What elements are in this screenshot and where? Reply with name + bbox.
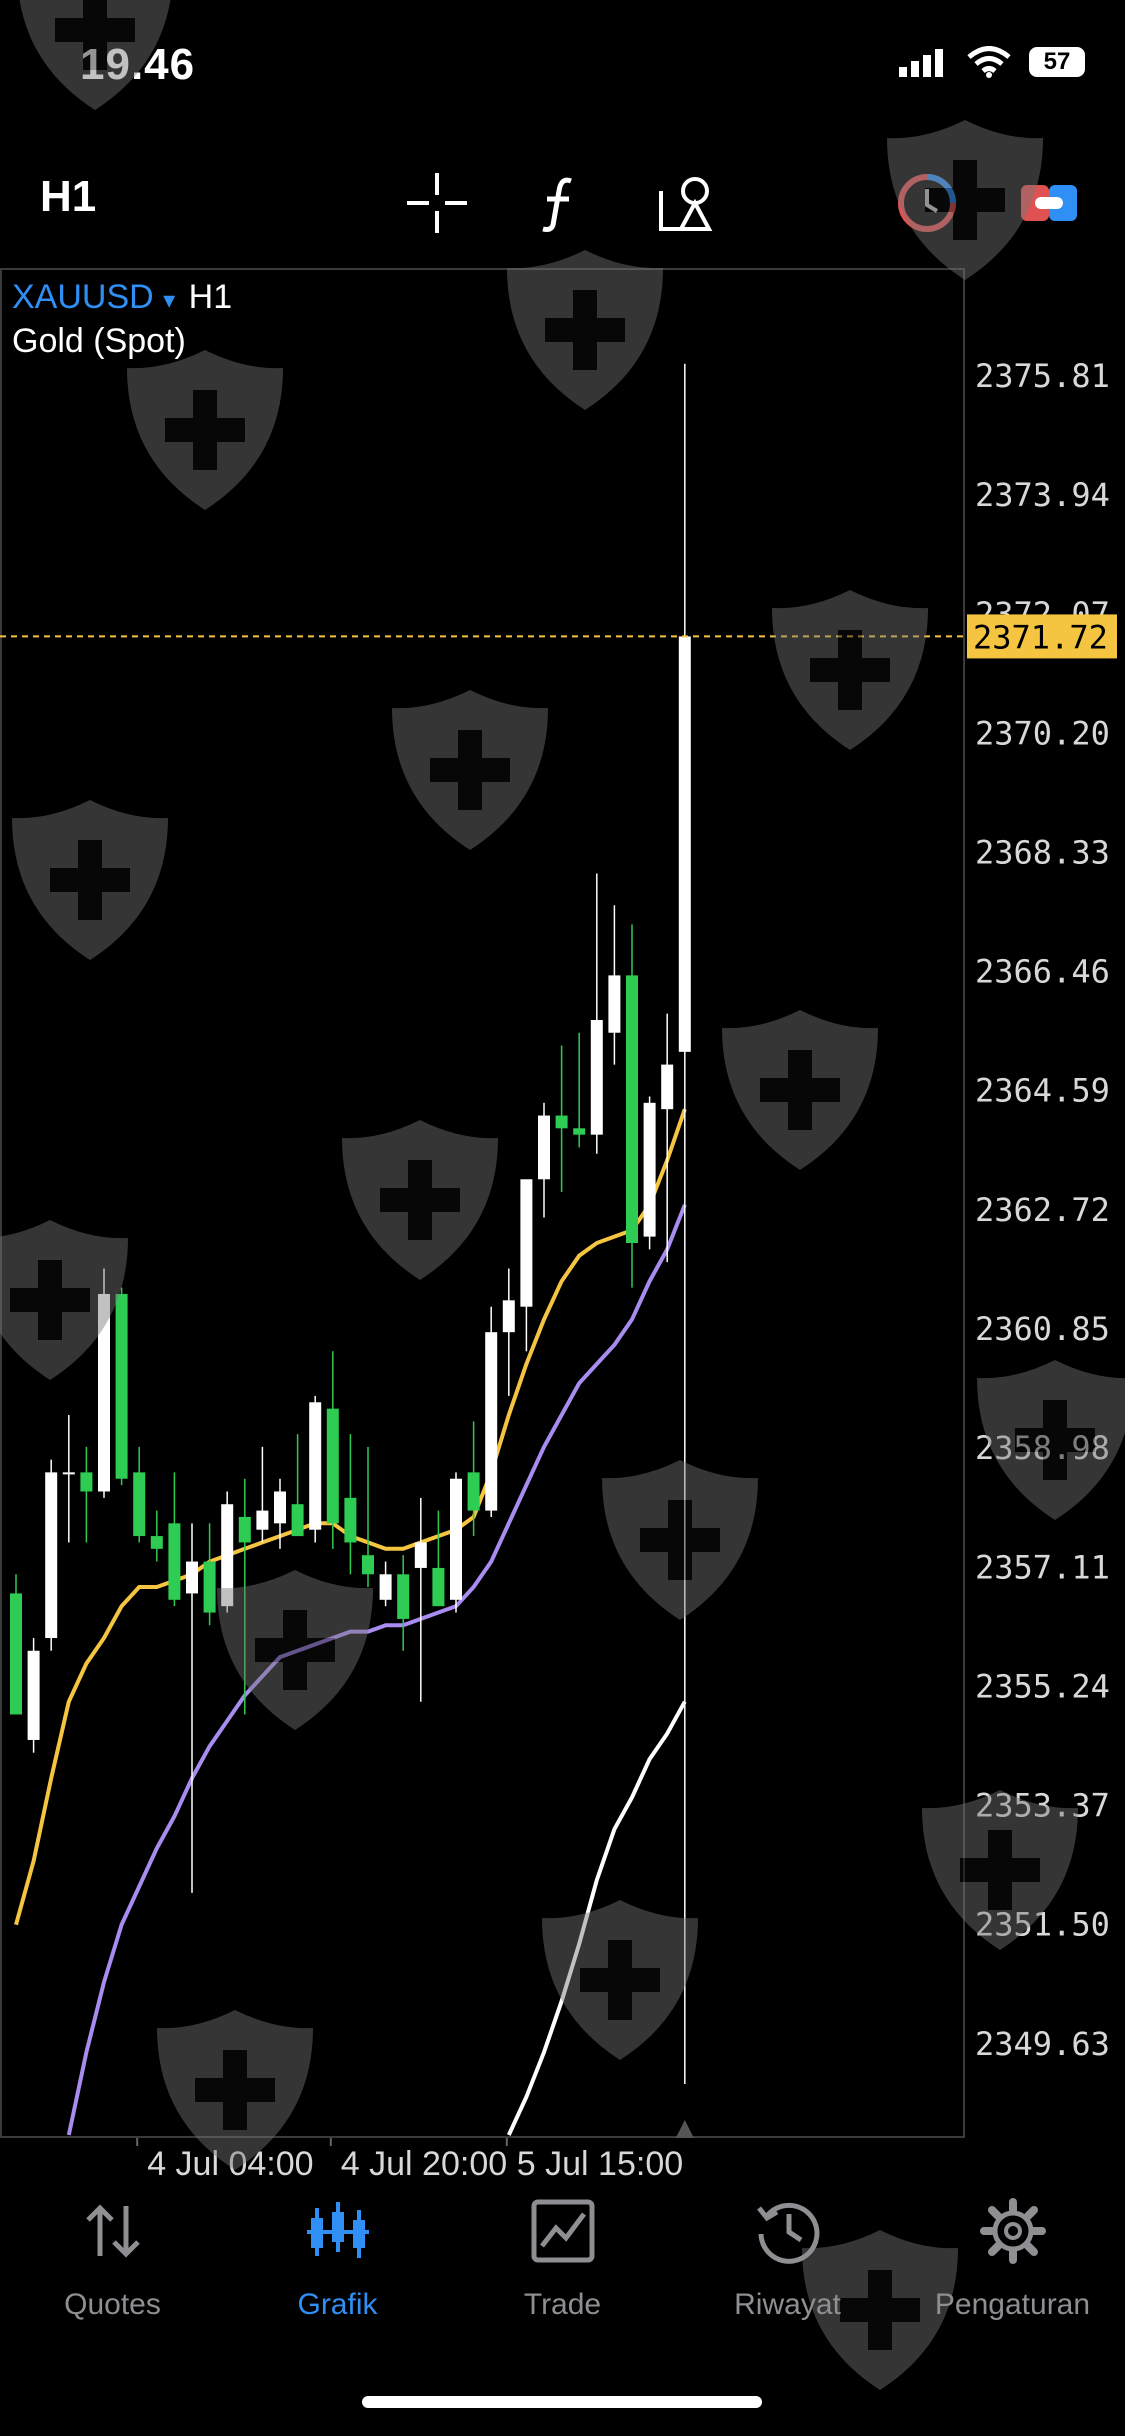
shield-watermark-icon [392, 690, 548, 850]
nav-label-trade: Trade [523, 2288, 602, 2321]
shield-watermark-icon [542, 1900, 698, 2060]
shield-watermark-icon [772, 590, 928, 750]
shield-watermark-icon [12, 800, 168, 960]
nav-label-pengaturan: Pengaturan [934, 2288, 1091, 2321]
nav-quotes[interactable]: Quotes [0, 2190, 225, 2360]
shield-watermark-icon [977, 1360, 1125, 1520]
nav-trade[interactable]: Trade [450, 2190, 675, 2360]
nav-grafik[interactable]: Grafik [225, 2190, 450, 2360]
candles-icon [306, 2202, 369, 2258]
shield-watermark-icon [157, 2010, 313, 2170]
shield-watermark-icon [127, 350, 283, 510]
home-indicator [362, 2396, 762, 2408]
shield-watermark-icon [922, 1790, 1078, 1950]
shield-watermark-icon [217, 1570, 373, 1730]
watermark-overlay [0, 0, 1125, 2390]
shield-watermark-icon [17, 0, 173, 110]
nav-label-riwayat: Riwayat [734, 2288, 841, 2321]
history-icon [756, 2202, 819, 2264]
arrows-updown-icon [85, 2204, 140, 2258]
trade-chart-icon [531, 2199, 594, 2263]
shield-watermark-icon [887, 120, 1043, 280]
shield-watermark-icon [602, 1460, 758, 1620]
bottom-navigation: Quotes Grafik Trade Riwayat Pengaturan [0, 2190, 1125, 2360]
shield-watermark-icon [507, 250, 663, 410]
shield-watermark-icon [342, 1120, 498, 1280]
shield-watermark-icon [0, 1220, 128, 1380]
nav-label-quotes: Quotes [64, 2288, 161, 2321]
shield-watermark-icon [722, 1010, 878, 1170]
nav-pengaturan[interactable]: Pengaturan [900, 2190, 1125, 2360]
gear-icon [979, 2198, 1046, 2264]
nav-label-grafik: Grafik [297, 2288, 378, 2321]
nav-riwayat[interactable]: Riwayat [675, 2190, 900, 2360]
